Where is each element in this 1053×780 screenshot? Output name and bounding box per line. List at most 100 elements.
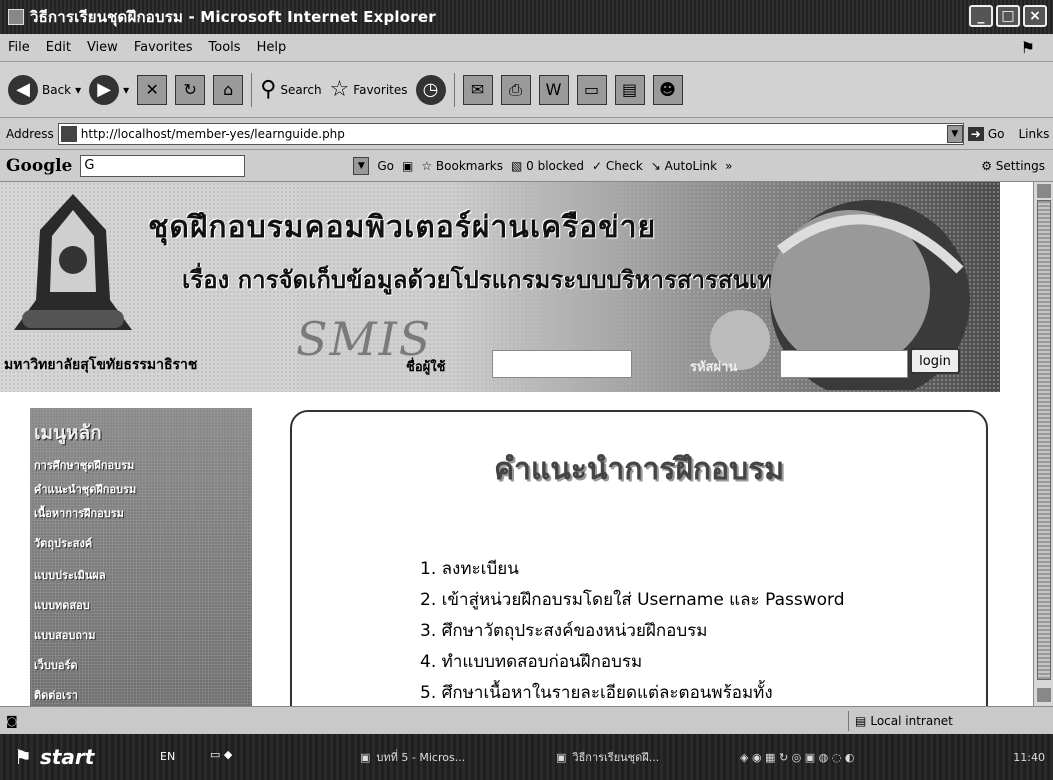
- ie-icon: ▣: [556, 750, 567, 764]
- menu-item[interactable]: ติดต่อเรา: [34, 686, 78, 704]
- start-button[interactable]: ⚑ start: [0, 736, 130, 778]
- google-logo: Google: [6, 155, 73, 176]
- intranet-icon: ▤: [855, 714, 867, 728]
- more-chevron-icon[interactable]: »: [725, 159, 732, 173]
- menu-item[interactable]: คำแนะนำชุดฝึกอบรม: [34, 480, 136, 498]
- security-zone: ▤ Local intranet: [848, 711, 988, 731]
- forward-button[interactable]: ▶ ▾: [89, 74, 129, 105]
- stop-icon[interactable]: ✕: [137, 74, 168, 105]
- menu-favorites[interactable]: Favorites: [134, 40, 193, 55]
- minimize-button[interactable]: _: [969, 5, 993, 27]
- links-button[interactable]: Links: [1019, 127, 1050, 141]
- chevron-down-icon[interactable]: ▼: [946, 124, 963, 143]
- google-input-text: G: [84, 158, 95, 173]
- toolbar: ◀ Back ▾ ▶ ▾ ✕ ↻ ⌂ ⚲ Search ☆ Favorites …: [0, 62, 1053, 118]
- username-input[interactable]: [492, 350, 632, 378]
- edit-word-icon[interactable]: W: [538, 74, 569, 105]
- discuss-icon[interactable]: ▭: [576, 74, 607, 105]
- vertical-scrollbar[interactable]: [1033, 182, 1053, 706]
- scroll-up-icon[interactable]: [1037, 184, 1051, 198]
- history-icon[interactable]: ◷: [415, 74, 446, 105]
- menu-item[interactable]: แบบประเมินผล: [34, 566, 106, 584]
- menu-view[interactable]: View: [87, 40, 118, 55]
- login-button[interactable]: login: [910, 348, 960, 374]
- search-button[interactable]: ⚲ Search: [260, 77, 321, 102]
- language-indicator[interactable]: EN: [160, 750, 175, 763]
- forward-arrow-icon: ▶: [89, 74, 120, 105]
- check-label: Check: [605, 158, 643, 173]
- favorites-label: Favorites: [353, 82, 408, 97]
- window-title: วิธีการเรียนชุดฝึกอบรม - Microsoft Inter…: [30, 8, 436, 26]
- menu-help[interactable]: Help: [257, 40, 287, 55]
- google-go-button[interactable]: Go: [377, 159, 394, 173]
- menu-item[interactable]: เว็บบอร์ด: [34, 656, 78, 674]
- tray-icons[interactable]: ◈ ◉ ▦ ↻ ◎ ▣ ◍ ◌ ◐: [740, 751, 854, 764]
- bookmarks-label: Bookmarks: [435, 158, 503, 173]
- clock: 11:40: [1013, 750, 1045, 764]
- chevron-down-icon[interactable]: ▾: [75, 83, 81, 97]
- scroll-down-icon[interactable]: [1037, 688, 1051, 702]
- list-item: 4. ทำแบบทดสอบก่อนฝึกอบรม: [420, 652, 643, 672]
- refresh-icon[interactable]: ↻: [175, 74, 206, 105]
- settings-button[interactable]: ⚙ Settings: [981, 159, 1045, 173]
- list-item: 3. ศึกษาวัตถุประสงค์ของหน่วยฝึกอบรม: [420, 621, 708, 641]
- home-icon[interactable]: ⌂: [213, 74, 244, 105]
- back-button[interactable]: ◀ Back ▾: [8, 74, 81, 105]
- menu-item[interactable]: วัตถุประสงค์: [34, 534, 92, 552]
- toolbar-divider: [251, 72, 253, 107]
- start-label: start: [39, 745, 95, 769]
- quicklaunch-icon[interactable]: ▭ ◆: [210, 748, 232, 761]
- task-button-ie[interactable]: ▣ วิธีการเรียนชุดฝึ...: [556, 744, 659, 770]
- spellcheck-button[interactable]: ✓ Check: [592, 159, 643, 173]
- mail-icon[interactable]: ✉: [462, 74, 493, 105]
- page-icon: [60, 125, 77, 142]
- chevron-down-icon[interactable]: ▾: [123, 83, 129, 97]
- windows-flag-icon: ⚑: [1020, 38, 1035, 57]
- toolbar-divider: [453, 72, 455, 107]
- back-arrow-icon: ◀: [8, 74, 38, 105]
- research-icon[interactable]: ▤: [614, 74, 645, 105]
- menu-item[interactable]: แบบสอบถาม: [34, 626, 95, 644]
- university-name: มหาวิทยาลัยสุโขทัยธรรมาธิราช: [4, 357, 198, 373]
- menu-bar: File Edit View Favorites Tools Help ⚑: [0, 34, 1053, 62]
- task-label: วิธีการเรียนชุดฝึ...: [572, 751, 660, 764]
- password-input[interactable]: [780, 350, 908, 378]
- system-tray: ◈ ◉ ▦ ↻ ◎ ▣ ◍ ◌ ◐ 11:40: [730, 740, 1053, 774]
- go-arrow-icon[interactable]: ➜: [967, 126, 984, 141]
- address-url: http://localhost/member-yes/learnguide.p…: [80, 126, 345, 141]
- favorites-button[interactable]: ☆ Favorites: [330, 77, 408, 102]
- star-icon: ☆: [329, 77, 350, 102]
- menu-tools[interactable]: Tools: [209, 40, 241, 55]
- menu-item[interactable]: เนื้อหาการฝึกอบรม: [34, 504, 124, 522]
- site-banner: ชุดฝึกอบรมคอมพิวเตอร์ผ่านเครือข่าย เรื่อ…: [0, 182, 1000, 392]
- steps-list: 1. ลงทะเบียน 2. เข้าสู่หน่วยฝึกอบรมโดยใส…: [420, 554, 845, 706]
- menu-edit[interactable]: Edit: [46, 40, 71, 55]
- task-button-word[interactable]: ▣ บทที่ 5 - Micros...: [360, 744, 465, 770]
- menu-item[interactable]: แบบทดสอบ: [34, 596, 90, 614]
- taskbar: ⚑ start EN ▭ ◆ ▣ บทที่ 5 - Micros... ▣ ว…: [0, 734, 1053, 780]
- address-input[interactable]: http://localhost/member-yes/learnguide.p…: [57, 122, 964, 145]
- chevron-down-icon[interactable]: ▼: [353, 156, 370, 175]
- print-icon[interactable]: ⎙: [500, 74, 531, 105]
- window-controls: _ □ ×: [969, 5, 1047, 27]
- google-search-input[interactable]: G: [80, 154, 246, 177]
- maximize-button[interactable]: □: [996, 5, 1020, 27]
- password-label: รหัสผ่าน: [690, 360, 738, 375]
- menu-item[interactable]: การศึกษาชุดฝึกอบรม: [34, 456, 134, 474]
- news-icon[interactable]: ▣: [402, 159, 413, 173]
- settings-label: Settings: [995, 158, 1045, 173]
- university-emblem-icon: [14, 194, 132, 330]
- bookmarks-button[interactable]: ☆ Bookmarks: [421, 159, 503, 173]
- task-label: บทที่ 5 - Micros...: [376, 751, 466, 764]
- autolink-button[interactable]: ↘ AutoLink: [651, 159, 717, 173]
- content-heading: คำแนะนำการฝึกอบรม: [493, 452, 785, 487]
- popup-blocker-button[interactable]: ▧ 0 blocked: [511, 159, 584, 173]
- scroll-thumb[interactable]: [1037, 200, 1051, 680]
- popup-blocked-label: 0 blocked: [526, 158, 584, 173]
- menu-file[interactable]: File: [8, 40, 30, 55]
- word-icon: ▣: [360, 750, 371, 764]
- close-button[interactable]: ×: [1023, 5, 1047, 27]
- go-button[interactable]: Go: [988, 127, 1005, 141]
- messenger-icon[interactable]: ☻: [652, 74, 683, 105]
- list-item: 2. เข้าสู่หน่วยฝึกอบรมโดยใส่ Username แล…: [420, 590, 845, 610]
